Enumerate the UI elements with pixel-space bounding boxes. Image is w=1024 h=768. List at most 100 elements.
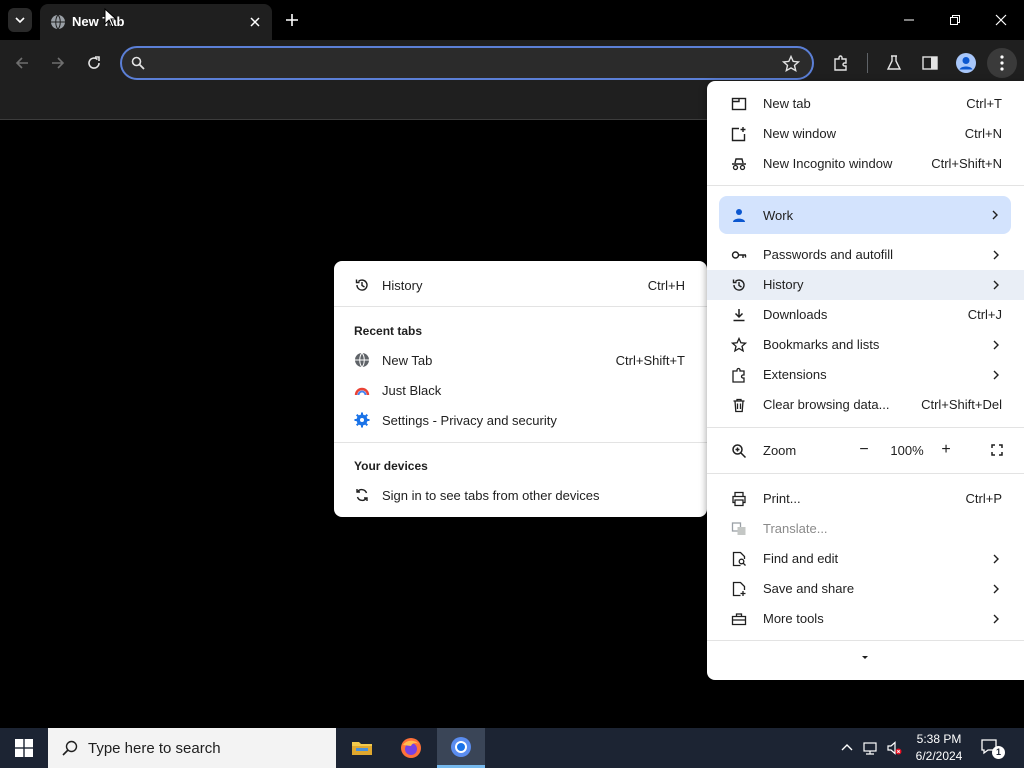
fullscreen-icon bbox=[991, 444, 1003, 456]
menu-item-label: New tab bbox=[763, 96, 811, 111]
menu-separator bbox=[334, 306, 707, 307]
taskbar-search-box[interactable]: Type here to search bbox=[48, 728, 336, 768]
menu-item-shortcut: Ctrl+N bbox=[964, 126, 1002, 141]
volume-muted-icon[interactable] bbox=[886, 740, 902, 756]
bookmark-star-icon[interactable] bbox=[782, 55, 800, 73]
chevron-right-icon bbox=[993, 280, 999, 290]
recent-tab-item[interactable]: New Tab Ctrl+Shift+T bbox=[334, 345, 707, 375]
start-button[interactable] bbox=[0, 728, 48, 768]
history-icon bbox=[732, 279, 745, 291]
profile-item-work[interactable]: Work bbox=[719, 196, 1011, 234]
menu-item-clear-browsing-data[interactable]: Clear browsing data... Ctrl+Shift+Del bbox=[707, 390, 1024, 420]
chrome-app[interactable] bbox=[437, 728, 485, 768]
flask-icon bbox=[886, 55, 902, 70]
menu-item-bookmarks[interactable]: Bookmarks and lists bbox=[707, 330, 1024, 360]
clock[interactable]: 5:38 PM 6/2/2024 bbox=[908, 731, 970, 765]
zoom-in-button[interactable]: + bbox=[933, 437, 959, 463]
side-panel-button[interactable] bbox=[915, 48, 945, 78]
menu-item-label: More tools bbox=[763, 611, 824, 626]
recent-tab-item[interactable]: Settings - Privacy and security bbox=[334, 405, 707, 435]
translate-icon bbox=[731, 522, 746, 535]
menu-item-more-tools[interactable]: More tools bbox=[707, 604, 1024, 634]
star-icon bbox=[731, 337, 747, 353]
sign-in-devices-label: Sign in to see tabs from other devices bbox=[382, 488, 600, 503]
settings-gear-icon bbox=[354, 412, 370, 428]
find-icon bbox=[732, 551, 746, 567]
plus-icon bbox=[286, 14, 298, 26]
zoom-out-button[interactable]: − bbox=[851, 437, 877, 463]
extensions-button[interactable] bbox=[826, 48, 856, 78]
scroll-down-arrow-icon[interactable] bbox=[859, 651, 871, 663]
menu-separator bbox=[707, 185, 1024, 186]
menu-separator bbox=[707, 640, 1024, 641]
clock-time: 5:38 PM bbox=[916, 732, 962, 746]
menu-separator bbox=[334, 442, 707, 443]
menu-item-extensions[interactable]: Extensions bbox=[707, 360, 1024, 390]
menu-item-label: New Incognito window bbox=[763, 156, 893, 171]
tab-search-button[interactable] bbox=[8, 8, 32, 32]
menu-item-print[interactable]: Print... Ctrl+P bbox=[707, 484, 1024, 514]
history-shortcut: Ctrl+H bbox=[647, 278, 685, 293]
menu-item-passwords[interactable]: Passwords and autofill bbox=[707, 240, 1024, 270]
menu-item-label: History bbox=[763, 277, 804, 292]
menu-item-label: Clear browsing data... bbox=[763, 397, 890, 412]
menu-item-downloads[interactable]: Downloads Ctrl+J bbox=[707, 300, 1024, 330]
close-window-button[interactable] bbox=[978, 0, 1024, 40]
download-icon bbox=[733, 309, 745, 322]
menu-item-shortcut: Ctrl+Shift+N bbox=[931, 156, 1002, 171]
menu-item-new-window[interactable]: New window Ctrl+N bbox=[707, 119, 1024, 149]
notification-center-button[interactable]: 1 bbox=[980, 738, 1008, 760]
history-label: History bbox=[382, 278, 423, 293]
menu-item-translate[interactable]: Translate... bbox=[707, 514, 1024, 544]
history-menu-item[interactable]: History Ctrl+H bbox=[334, 270, 707, 300]
menu-item-shortcut: Ctrl+Shift+Del bbox=[921, 397, 1002, 412]
firefox-app[interactable] bbox=[387, 728, 435, 768]
menu-item-save-and-share[interactable]: Save and share bbox=[707, 574, 1024, 604]
menu-item-find-and-edit[interactable]: Find and edit bbox=[707, 544, 1024, 574]
menu-item-label: Downloads bbox=[763, 307, 828, 322]
file-explorer-app[interactable] bbox=[338, 728, 386, 768]
reload-button[interactable] bbox=[79, 48, 109, 78]
tab-new-tab[interactable]: New Tab bbox=[40, 4, 272, 40]
globe-icon bbox=[355, 352, 369, 368]
fullscreen-button[interactable] bbox=[984, 437, 1010, 463]
labs-button[interactable] bbox=[879, 48, 909, 78]
menu-item-new-tab[interactable]: New tab Ctrl+T bbox=[707, 89, 1024, 119]
menu-item-shortcut: Ctrl+J bbox=[967, 307, 1002, 322]
chevron-right-icon bbox=[993, 250, 999, 260]
new-tab-button[interactable] bbox=[280, 8, 304, 32]
menu-item-new-incognito[interactable]: New Incognito window Ctrl+Shift+N bbox=[707, 149, 1024, 179]
profile-button[interactable] bbox=[951, 48, 981, 78]
avatar-icon bbox=[956, 53, 976, 73]
save-icon bbox=[732, 581, 746, 597]
zoom-label: Zoom bbox=[763, 443, 797, 458]
your-devices-heading: Your devices bbox=[354, 459, 428, 473]
chrome-menu-button[interactable] bbox=[987, 48, 1017, 78]
key-icon bbox=[731, 251, 747, 259]
menu-item-shortcut: Ctrl+T bbox=[966, 96, 1002, 111]
back-button[interactable] bbox=[7, 48, 37, 78]
chrome-main-menu: New tab Ctrl+T New window Ctrl+N New Inc… bbox=[707, 81, 1024, 680]
more-vertical-icon bbox=[1000, 55, 1004, 71]
reload-icon bbox=[88, 56, 100, 69]
network-icon[interactable] bbox=[862, 740, 878, 756]
address-bar[interactable] bbox=[120, 46, 814, 80]
history-icon bbox=[355, 279, 368, 291]
trash-icon bbox=[733, 398, 745, 413]
chevron-right-icon bbox=[993, 370, 999, 380]
windows-logo-icon bbox=[15, 739, 33, 757]
forward-button[interactable] bbox=[43, 48, 73, 78]
recent-tab-item[interactable]: Just Black bbox=[334, 375, 707, 405]
menu-item-history[interactable]: History bbox=[707, 270, 1024, 300]
zoom-icon bbox=[732, 444, 747, 459]
recent-tabs-heading: Recent tabs bbox=[354, 324, 423, 338]
chevron-right-icon bbox=[993, 340, 999, 350]
plus-icon: + bbox=[941, 441, 951, 458]
chevron-right-icon bbox=[993, 584, 999, 594]
minimize-button[interactable] bbox=[886, 0, 932, 40]
chevron-up-icon[interactable] bbox=[839, 740, 855, 756]
zoom-value: 100% bbox=[890, 443, 924, 458]
sign-in-devices-item[interactable]: Sign in to see tabs from other devices bbox=[334, 480, 707, 510]
tab-close-button[interactable] bbox=[245, 12, 265, 32]
restore-button[interactable] bbox=[932, 0, 978, 40]
